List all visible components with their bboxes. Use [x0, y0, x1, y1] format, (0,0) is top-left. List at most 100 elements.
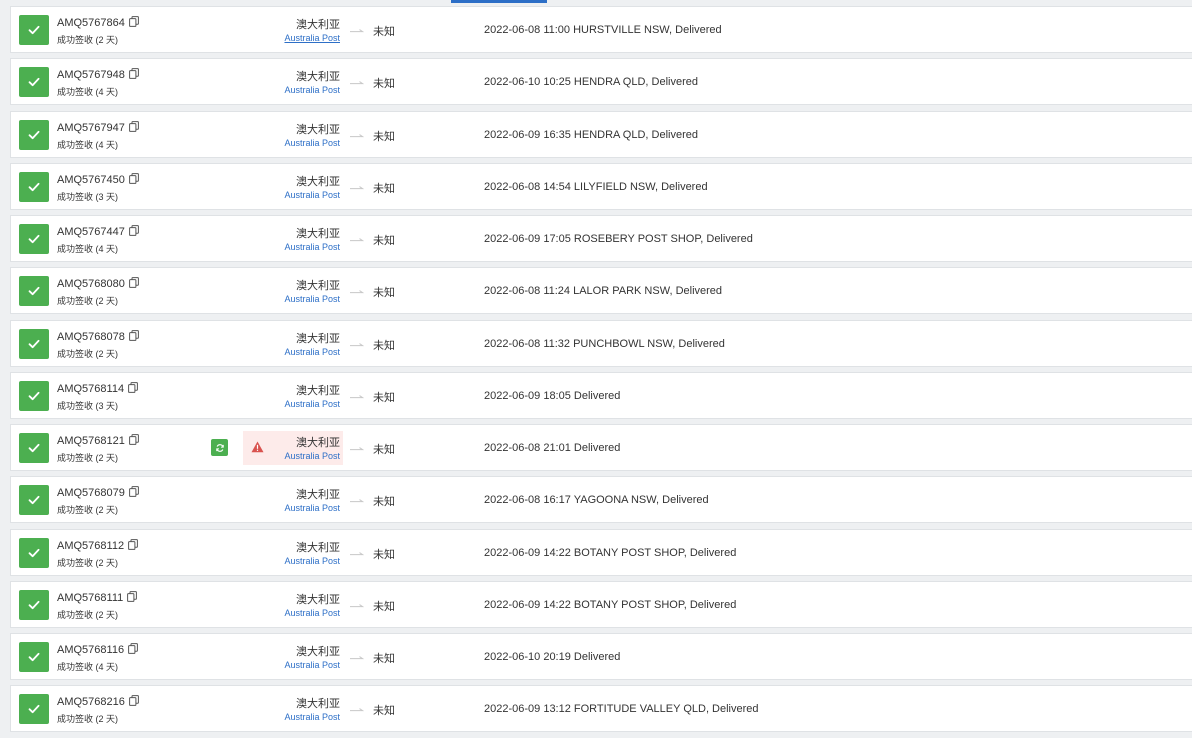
check-icon[interactable] [19, 642, 49, 672]
carrier-link[interactable]: Australia Post [284, 138, 340, 148]
carrier-link[interactable]: Australia Post [284, 399, 340, 409]
copy-icon[interactable] [128, 68, 139, 80]
shipment-row[interactable]: AMQ5768216 成功签收 (2 天) 澳大利亚 Australia Pos… [10, 685, 1192, 733]
origin-country: 澳大利亚 [296, 384, 340, 397]
copy-icon[interactable] [128, 538, 138, 550]
copy-icon[interactable] [128, 172, 139, 184]
carrier-cell: 澳大利亚 Australia Post [243, 588, 343, 622]
copy-icon[interactable] [128, 225, 139, 236]
tracking-number[interactable]: AMQ5767947 [57, 120, 139, 134]
delivery-status: 成功签收 (4 天) [57, 662, 119, 672]
shipment-row[interactable]: AMQ5768080 成功签收 (2 天) 澳大利亚 Australia Pos… [10, 267, 1192, 315]
check-icon[interactable] [19, 171, 49, 202]
carrier-link[interactable]: Australia Post [284, 608, 340, 618]
tracking-number[interactable]: AMQ5767948 [57, 68, 139, 81]
copy-icon[interactable] [128, 277, 139, 289]
carrier-link[interactable]: Australia Post [284, 503, 340, 513]
shipment-row[interactable]: AMQ5767447 成功签收 (4 天) 澳大利亚 Australia Pos… [10, 215, 1192, 262]
check-icon[interactable] [19, 380, 49, 411]
shipment-row[interactable]: AMQ5768116 成功签收 (4 天) 澳大利亚 Australia Pos… [10, 633, 1192, 680]
carrier-link[interactable]: Australia Post [284, 33, 340, 43]
shipment-row[interactable]: AMQ5767948 成功签收 (4 天) 澳大利亚 Australia Pos… [10, 58, 1192, 106]
tracking-number[interactable]: AMQ5768079 [57, 486, 139, 499]
arrow-right-icon [350, 708, 364, 712]
carrier-cell: 澳大利亚 Australia Post [243, 65, 343, 99]
copy-icon[interactable] [128, 16, 139, 27]
shipment-row[interactable]: AMQ5768079 成功签收 (2 天) 澳大利亚 Australia Pos… [10, 476, 1192, 524]
shipment-row[interactable]: AMQ5768078 成功签收 (2 天) 澳大利亚 Australia Pos… [10, 319, 1192, 367]
check-icon[interactable] [19, 328, 49, 359]
carrier-link[interactable]: Australia Post [284, 190, 340, 200]
carrier-link[interactable]: Australia Post [284, 451, 340, 461]
delivery-status: 成功签收 (2 天) [57, 296, 119, 307]
shipment-row[interactable]: AMQ5767947 成功签收 (4 天) 澳大利亚 Australia Pos… [10, 110, 1192, 158]
arrow-right-icon [350, 447, 364, 451]
tracking-number[interactable]: AMQ5768114 [57, 381, 138, 395]
carrier-link[interactable]: Australia Post [284, 294, 340, 304]
delivery-status: 成功签收 (2 天) [57, 714, 119, 725]
tracking-number[interactable]: AMQ5768080 [57, 277, 139, 290]
shipment-row[interactable]: AMQ5767864 成功签收 (2 天) 澳大利亚 Australia Pos… [10, 6, 1192, 53]
copy-icon[interactable] [127, 590, 138, 602]
carrier-link[interactable]: Australia Post [284, 347, 340, 357]
copy-icon[interactable] [128, 695, 139, 707]
arrow-right-icon [350, 551, 364, 555]
tracking-number[interactable]: AMQ5767450 [57, 172, 139, 186]
delivery-status: 成功签收 (2 天) [57, 453, 119, 463]
copy-icon[interactable] [128, 381, 138, 393]
copy-icon[interactable] [128, 486, 139, 498]
carrier-cell: 澳大利亚 Australia Post [243, 536, 343, 570]
carrier-link[interactable]: Australia Post [284, 712, 340, 722]
delivery-status: 成功签收 (4 天) [57, 87, 119, 98]
destination-country: 未知 [373, 130, 395, 143]
carrier-link[interactable]: Australia Post [284, 85, 340, 95]
destination-country: 未知 [373, 26, 395, 38]
destination-country: 未知 [373, 78, 395, 91]
arrow-right-icon [350, 133, 364, 137]
tracking-number[interactable]: AMQ5768116 [57, 643, 138, 656]
tracking-number[interactable]: AMQ5768078 [57, 329, 139, 343]
shipment-row[interactable]: AMQ5768121 成功签收 (2 天) 澳大利亚 Australia Pos… [10, 424, 1192, 471]
latest-event: 2022-06-09 16:35 HENDRA QLD, Delivered [484, 128, 699, 141]
origin-country: 澳大利亚 [296, 280, 340, 293]
tracking-number[interactable]: AMQ5767864 [57, 16, 139, 29]
check-icon[interactable] [19, 15, 49, 45]
tracking-number[interactable]: AMQ5768121 [57, 434, 139, 447]
origin-country: 澳大利亚 [296, 593, 340, 606]
shipment-row[interactable]: AMQ5768111 成功签收 (2 天) 澳大利亚 Australia Pos… [10, 580, 1192, 628]
tracking-number[interactable]: AMQ5768111 [57, 590, 138, 604]
copy-icon[interactable] [128, 643, 138, 654]
carrier-link[interactable]: Australia Post [284, 556, 340, 566]
check-icon[interactable] [19, 276, 49, 307]
latest-event: 2022-06-09 13:12 FORTITUDE VALLEY QLD, D… [484, 703, 759, 716]
check-icon[interactable] [19, 694, 49, 725]
check-icon[interactable] [19, 433, 49, 463]
latest-event: 2022-06-10 10:25 HENDRA QLD, Delivered [484, 76, 699, 89]
carrier-link[interactable]: Australia Post [284, 242, 340, 252]
tracking-number[interactable]: AMQ5768112 [57, 538, 138, 552]
tracking-number[interactable]: AMQ5768216 [57, 695, 139, 708]
check-icon[interactable] [19, 485, 49, 516]
destination-country: 未知 [373, 391, 395, 404]
shipment-list: AMQ5767864 成功签收 (2 天) 澳大利亚 Australia Pos… [10, 6, 1192, 738]
latest-event: 2022-06-08 16:17 YAGOONA NSW, Delivered [484, 494, 709, 507]
check-icon[interactable] [19, 537, 49, 568]
check-icon[interactable] [19, 224, 49, 254]
copy-icon[interactable] [128, 434, 139, 445]
shipment-row[interactable]: AMQ5767450 成功签收 (3 天) 澳大利亚 Australia Pos… [10, 162, 1192, 210]
carrier-cell: 澳大利亚 Australia Post [243, 692, 343, 726]
carrier-link[interactable]: Australia Post [284, 660, 340, 670]
check-icon[interactable] [19, 589, 49, 620]
copy-icon[interactable] [128, 329, 139, 341]
latest-event: 2022-06-08 21:01 Delivered [484, 442, 621, 454]
check-icon[interactable] [19, 119, 49, 150]
warning-icon [251, 441, 264, 453]
arrow-right-icon [350, 185, 364, 189]
shipment-row[interactable]: AMQ5768114 成功签收 (3 天) 澳大利亚 Australia Pos… [10, 371, 1192, 419]
carrier-cell: 澳大利亚 Australia Post [243, 379, 343, 413]
check-icon[interactable] [19, 67, 49, 98]
copy-icon[interactable] [128, 120, 139, 132]
tracking-number[interactable]: AMQ5767447 [57, 225, 139, 238]
sync-icon[interactable] [211, 439, 228, 456]
shipment-row[interactable]: AMQ5768112 成功签收 (2 天) 澳大利亚 Australia Pos… [10, 528, 1192, 576]
